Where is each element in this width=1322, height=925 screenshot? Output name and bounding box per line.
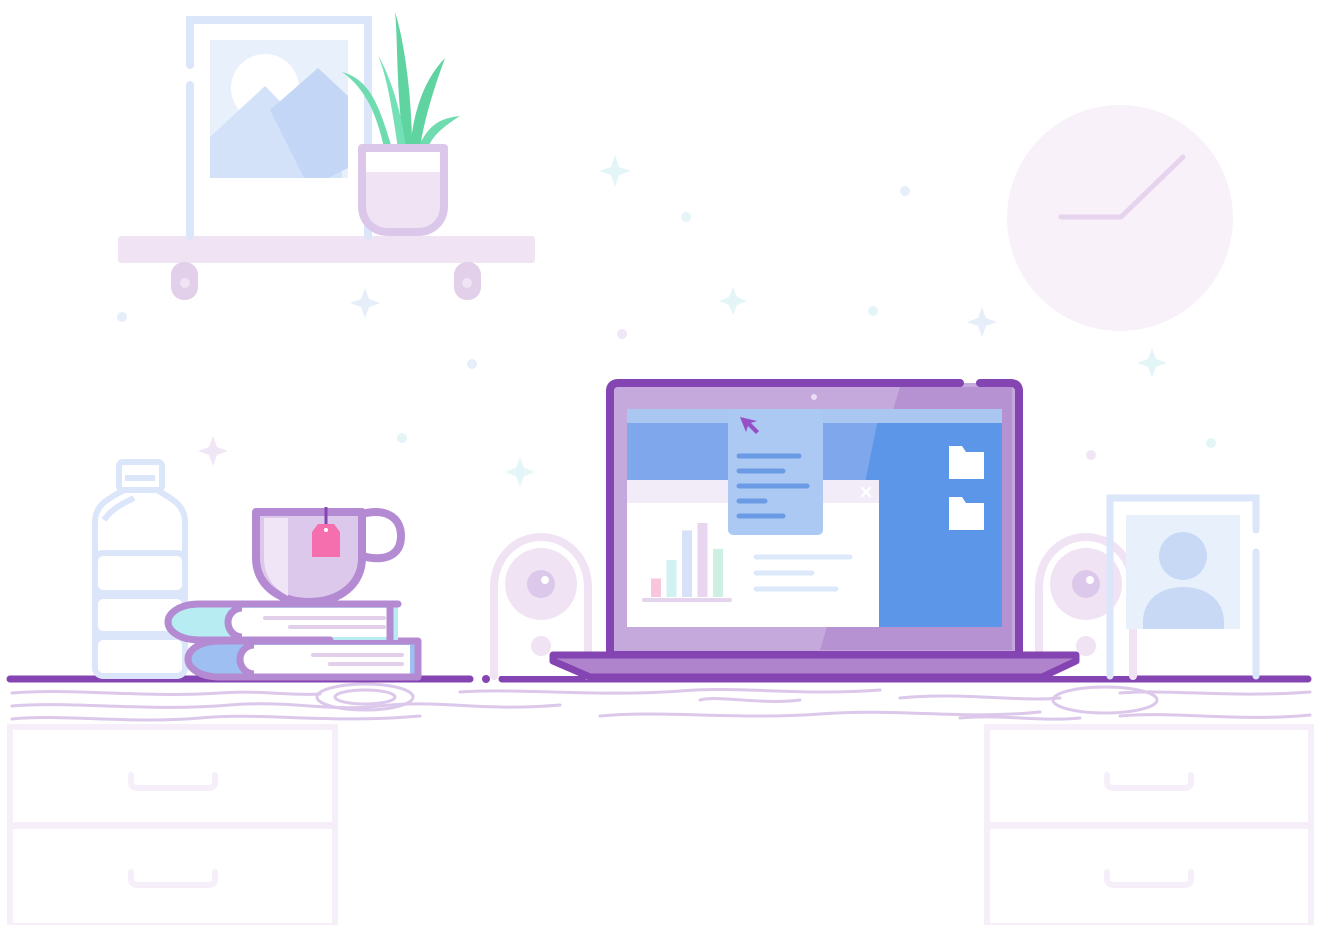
laptop-screen	[627, 409, 1002, 627]
drawer-handle	[1104, 772, 1194, 791]
chart-bar	[666, 560, 677, 597]
laptop	[549, 379, 1080, 681]
desk-drawers-right	[984, 724, 1314, 925]
drawer-handle	[1104, 869, 1194, 888]
sparkle-icon	[198, 436, 228, 466]
wall-shelf	[118, 236, 535, 300]
chart-bar	[697, 523, 708, 597]
desk-top	[6, 675, 1312, 725]
laptop-base	[549, 651, 1080, 681]
dot	[1086, 450, 1096, 460]
wall-clock	[1007, 105, 1233, 331]
dot	[681, 212, 691, 222]
chart-bar	[713, 548, 723, 597]
sparkle-icon	[599, 155, 631, 187]
water-bottle	[92, 459, 188, 679]
sparkle-icon	[350, 288, 380, 318]
book-top	[164, 600, 402, 644]
drawer-handle	[128, 869, 218, 888]
dot	[617, 329, 627, 339]
sparkle-icon	[719, 287, 747, 315]
dot	[1206, 438, 1216, 448]
dot	[397, 433, 407, 443]
tea-mug	[252, 507, 406, 606]
dropdown-menu	[728, 409, 823, 535]
dot	[117, 312, 127, 322]
drawer-handle	[128, 772, 218, 791]
mug-handle	[358, 508, 406, 563]
potted-plant	[342, 12, 460, 236]
person-icon	[1159, 532, 1207, 580]
book-bottom	[184, 637, 422, 681]
dot	[868, 306, 878, 316]
landscape-picture-frame	[186, 16, 372, 240]
chart-bar	[682, 530, 692, 597]
webcam-icon	[811, 394, 817, 400]
book-stack	[164, 600, 422, 681]
desk-workspace-illustration	[6, 12, 1314, 925]
sparkle-icon	[1137, 348, 1167, 378]
sparkle-icon	[505, 457, 535, 487]
chart-bar	[651, 578, 661, 597]
dot	[900, 186, 910, 196]
sparkle-icon	[967, 307, 997, 337]
dot	[467, 359, 477, 369]
desk-drawers-left	[7, 724, 338, 925]
